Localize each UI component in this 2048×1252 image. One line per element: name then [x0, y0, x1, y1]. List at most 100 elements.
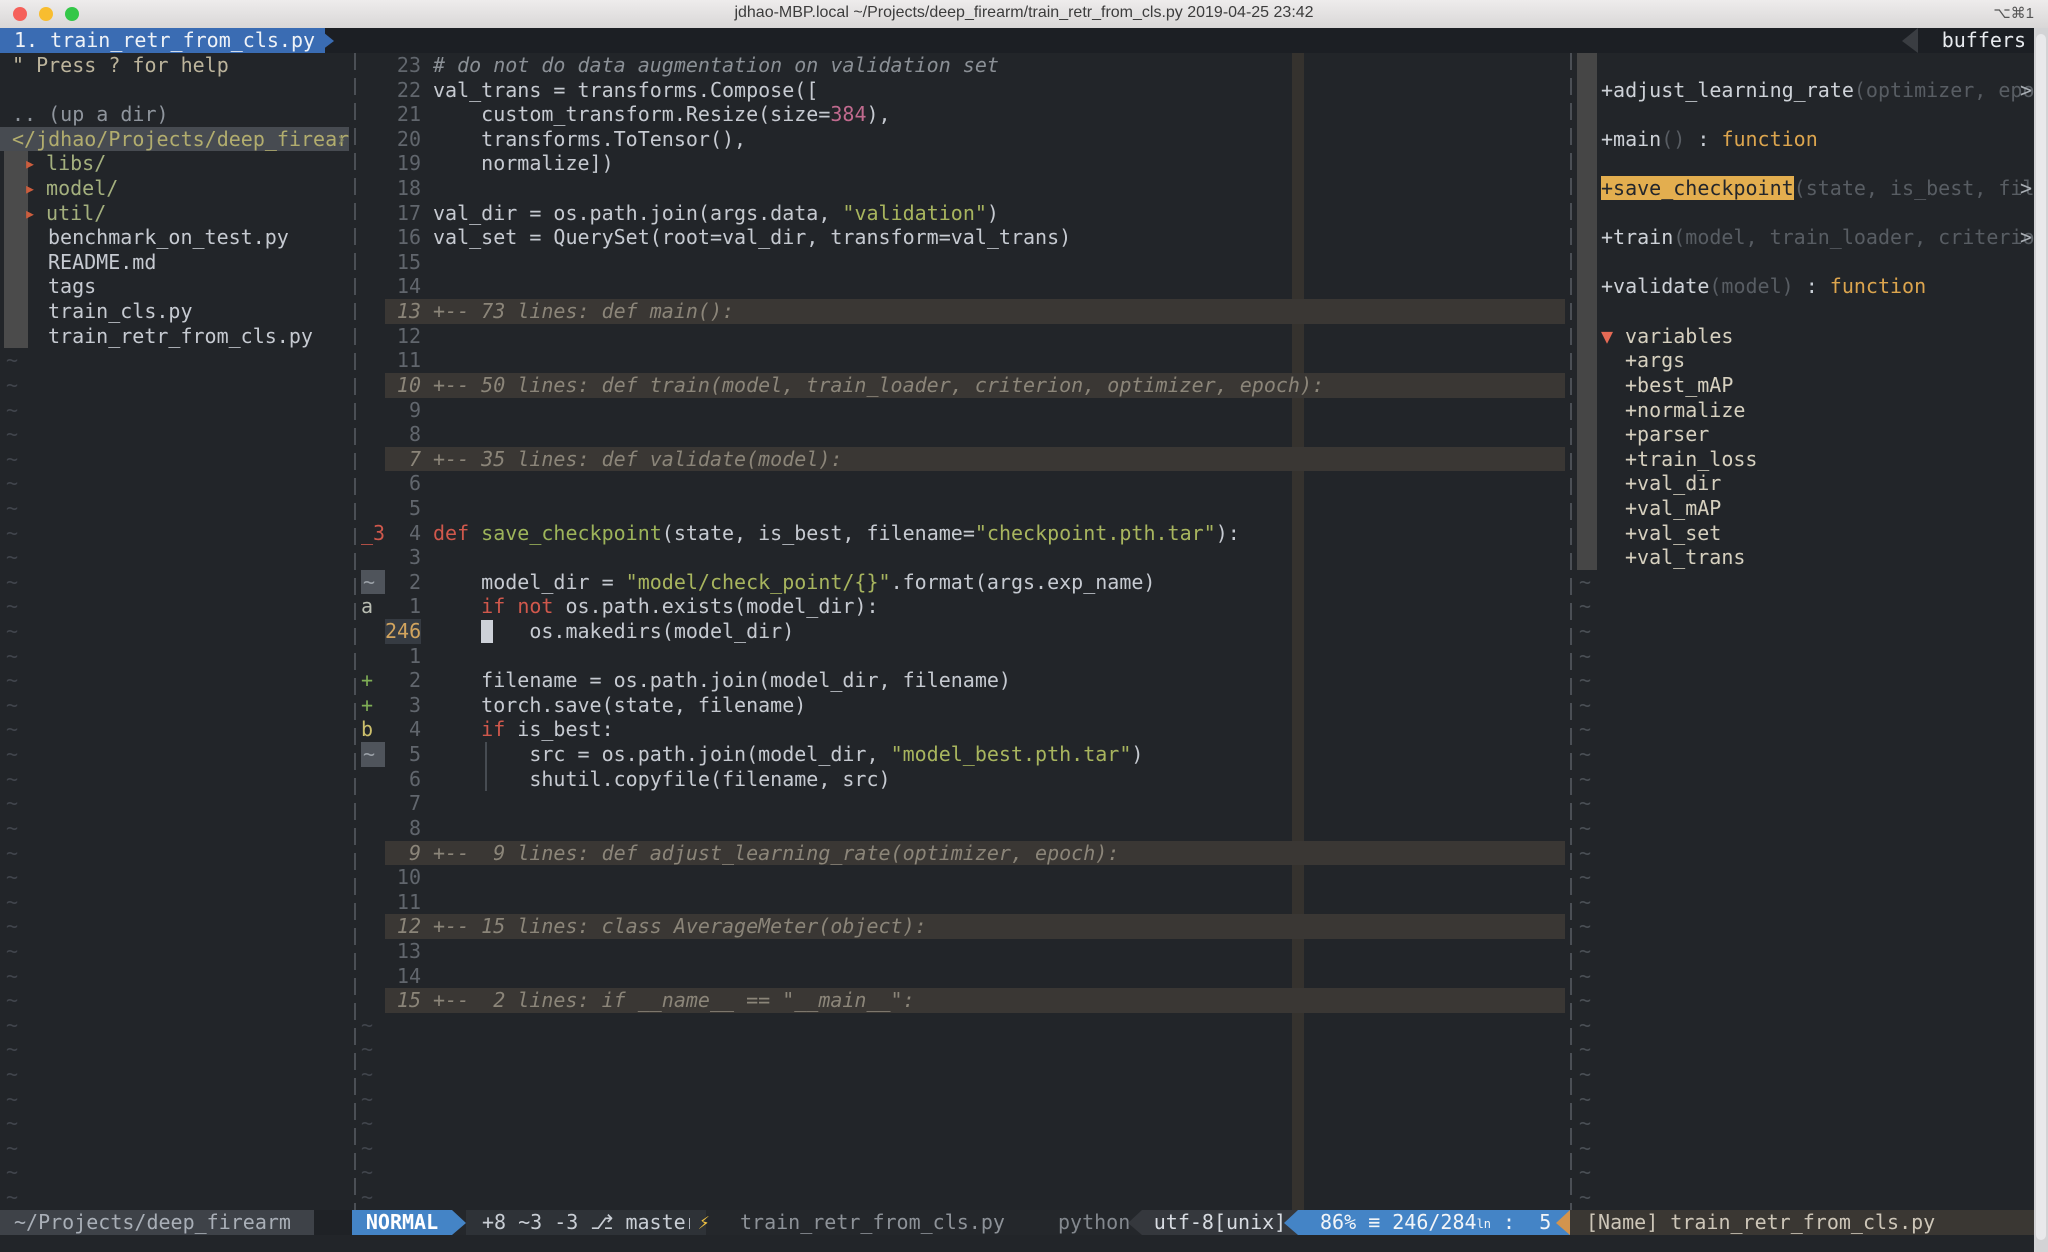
nerdtree-file-item[interactable]: train_retr_from_cls.py: [0, 324, 349, 349]
tagbar-tag-item[interactable]: +adjust_learning_rate(optimizer, epo>: [1577, 78, 2034, 103]
code-text: torch.save(state, filename): [421, 693, 806, 717]
relative-line-number: 9: [385, 841, 421, 866]
code-line[interactable]: 3: [361, 545, 1565, 570]
tagbar-variable-item[interactable]: +train_loss: [1577, 447, 2034, 472]
code-line-content: 13+-- 73 lines: def main():: [361, 299, 734, 323]
folded-region-line[interactable]: 10+-- 50 lines: def train(model, train_l…: [361, 373, 1565, 398]
syntax-segment: [433, 717, 481, 741]
code-text: model_dir = "model/check_point/{}".forma…: [421, 570, 1155, 594]
code-line[interactable]: 5: [361, 496, 1565, 521]
folded-region-line[interactable]: 9+-- 9 lines: def adjust_learning_rate(o…: [361, 841, 1565, 866]
syntax-segment: # do not do data augmentation on validat…: [433, 53, 999, 77]
code-line[interactable]: 12: [361, 324, 1565, 349]
nerdtree-up-a-dir[interactable]: .. (up a dir): [0, 102, 349, 127]
tagbar-variable-item[interactable]: +args: [1577, 348, 2034, 373]
nerdtree-file-item[interactable]: benchmark_on_test.py: [0, 225, 349, 250]
tagbar-variable-item[interactable]: +normalize: [1577, 398, 2034, 423]
code-line[interactable]: 15: [361, 250, 1565, 275]
code-line[interactable]: 14: [361, 964, 1565, 989]
code-line[interactable]: + 3 torch.save(state, filename): [361, 693, 1565, 718]
empty-line-tilde: ~: [0, 1185, 349, 1210]
relative-line-number: 14: [385, 274, 421, 299]
scroll-percent: 86%: [1320, 1210, 1356, 1234]
gutter-sign-empty: [361, 299, 385, 324]
syntax-segment: ): [1131, 742, 1143, 766]
code-line[interactable]: 8: [361, 422, 1565, 447]
code-line[interactable]: 9: [361, 398, 1565, 423]
nerdtree-dir-item[interactable]: ▸model/: [0, 176, 349, 201]
nerdtree-file-item[interactable]: README.md: [0, 250, 349, 275]
folded-region-line[interactable]: 13+-- 73 lines: def main():: [361, 299, 1565, 324]
code-line-content: 15: [361, 250, 433, 274]
terminal-scrollbar[interactable]: [2034, 28, 2048, 1252]
code-line[interactable]: ~ 5 src = os.path.join(model_dir, "model…: [361, 742, 1565, 767]
code-line[interactable]: 22val_trans = transforms.Compose([: [361, 78, 1565, 103]
tagbar-variable-item[interactable]: +val_dir: [1577, 471, 2034, 496]
code-line[interactable]: 246 os.makedirs(model_dir): [361, 619, 1565, 644]
code-line[interactable]: 11: [361, 890, 1565, 915]
empty-line-tilde: ~: [0, 767, 349, 792]
code-line[interactable]: 10: [361, 865, 1565, 890]
relative-line-number: 11: [385, 890, 421, 915]
code-line[interactable]: 18: [361, 176, 1565, 201]
tagbar-variable-item[interactable]: +parser: [1577, 422, 2034, 447]
relative-line-number: 16: [385, 225, 421, 250]
code-editor-window[interactable]: 23# do not do data augmentation on valid…: [361, 53, 1565, 1210]
syntax-segment: "validation": [842, 201, 987, 225]
code-line-content: 1: [361, 644, 433, 668]
code-line[interactable]: + 2 filename = os.path.join(model_dir, f…: [361, 668, 1565, 693]
code-line[interactable]: 17val_dir = os.path.join(args.data, "val…: [361, 201, 1565, 226]
code-line[interactable]: 1: [361, 644, 1565, 669]
code-line[interactable]: ~ 2 model_dir = "model/check_point/{}".f…: [361, 570, 1565, 595]
tagbar-section-variables[interactable]: ▼variables: [1577, 324, 2034, 349]
folded-region-line[interactable]: 15+-- 2 lines: if __name__ == "__main__"…: [361, 988, 1565, 1013]
truncation-marker: >: [2020, 78, 2032, 103]
truncation-marker: >: [2020, 225, 2032, 250]
tagbar-tag-item[interactable]: +main() : function: [1577, 127, 2034, 152]
code-line[interactable]: 21 custom_transform.Resize(size=384),: [361, 102, 1565, 127]
tagbar-tag-item[interactable]: +save_checkpoint(state, is_best, fil>: [1577, 176, 2034, 201]
code-line[interactable]: 6 shutil.copyfile(filename, src): [361, 767, 1565, 792]
code-line[interactable]: 16val_set = QuerySet(root=val_dir, trans…: [361, 225, 1565, 250]
code-line[interactable]: 23# do not do data augmentation on valid…: [361, 53, 1565, 78]
code-line[interactable]: 6: [361, 471, 1565, 496]
tagbar-tag-item[interactable]: +train(model, train_loader, criterio>: [1577, 225, 2034, 250]
nerdtree-file-item[interactable]: tags: [0, 274, 349, 299]
code-line[interactable]: b 4 if is_best:: [361, 717, 1565, 742]
tagbar-variable-item[interactable]: +val_mAP: [1577, 496, 2034, 521]
folded-region-line[interactable]: 12+-- 15 lines: class AverageMeter(objec…: [361, 914, 1565, 939]
block-cursor: [481, 620, 493, 643]
relative-line-number: 21: [385, 102, 421, 127]
nerdtree-root-path[interactable]: </jdhao/Projects/deep_firear›: [0, 127, 349, 152]
code-line[interactable]: 19 normalize]): [361, 151, 1565, 176]
nerdtree-status-path: ~/Projects/deep_firearm: [0, 1210, 314, 1235]
empty-line-tilde: ~: [0, 939, 349, 964]
nerdtree-dir-item[interactable]: ▸util/: [0, 201, 349, 226]
tagbar-variable-item[interactable]: +val_trans: [1577, 545, 2034, 570]
code-text: [421, 865, 433, 889]
nerdtree-file-item[interactable]: train_cls.py: [0, 299, 349, 324]
nerdtree-dir-item[interactable]: ▸libs/: [0, 151, 349, 176]
gutter-sign-empty: [361, 816, 385, 841]
code-text: val_dir = os.path.join(args.data, "valid…: [421, 201, 999, 225]
code-line[interactable]: 20 transforms.ToTensor(),: [361, 127, 1565, 152]
code-line[interactable]: a 1 if not os.path.exists(model_dir):: [361, 594, 1565, 619]
scrollbar-thumb[interactable]: [2036, 34, 2046, 1240]
code-line[interactable]: 7: [361, 791, 1565, 816]
code-line-content: 14: [361, 964, 433, 988]
empty-line-tilde: ~: [1577, 742, 2034, 767]
code-line[interactable]: 8: [361, 816, 1565, 841]
tagbar-tag-name: +adjust_learning_rate: [1601, 78, 1854, 102]
buffer-tab[interactable]: 1. train_retr_from_cls.py: [0, 28, 325, 53]
tagbar-tag-item[interactable]: +validate(model) : function: [1577, 274, 2034, 299]
code-line[interactable]: 14: [361, 274, 1565, 299]
tagbar-variable-item[interactable]: +val_set: [1577, 521, 2034, 546]
code-line[interactable]: _3 4def save_checkpoint(state, is_best, …: [361, 521, 1565, 546]
code-line[interactable]: 11: [361, 348, 1565, 373]
folded-region-line[interactable]: 7+-- 35 lines: def validate(model):: [361, 447, 1565, 472]
code-line-content: a 1 if not os.path.exists(model_dir):: [361, 594, 879, 618]
empty-line-tilde: ~: [0, 816, 349, 841]
window-title: jdhao-MBP.local ~/Projects/deep_firearm/…: [0, 4, 2048, 22]
tagbar-variable-item[interactable]: +best_mAP: [1577, 373, 2034, 398]
code-line[interactable]: 13: [361, 939, 1565, 964]
